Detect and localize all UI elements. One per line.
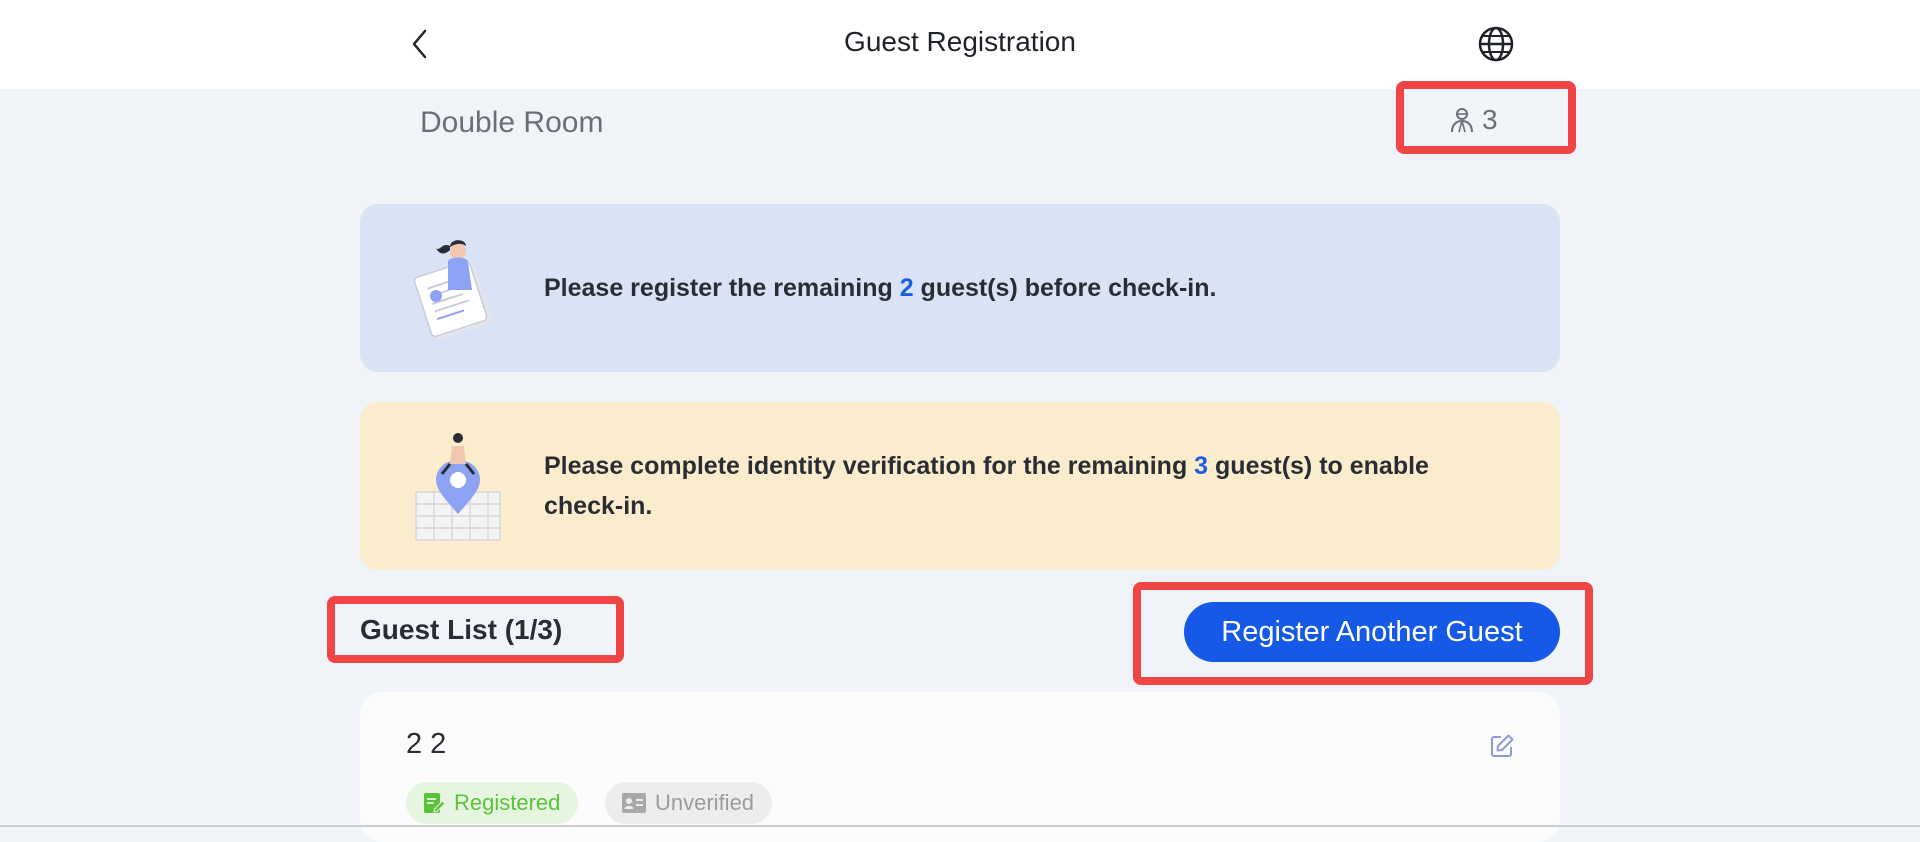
registration-notice-suffix: guest(s) before check-in. [913, 274, 1217, 302]
remaining-registration-count: 2 [899, 274, 914, 302]
guest-name: 2 2 [406, 728, 447, 760]
guest-list-title: Guest List (1/3) [360, 614, 563, 645]
unverified-badge-label: Unverified [655, 790, 755, 815]
registration-notice-text: Please register the remaining 2 guest(s)… [544, 268, 1504, 308]
room-name: Double Room [420, 106, 604, 139]
guest-person-icon [1451, 108, 1473, 133]
guest-count: 3 [1450, 104, 1498, 136]
location-verification-illustration [415, 433, 501, 541]
unverified-badge: Unverified [605, 782, 773, 824]
language-button[interactable] [1474, 22, 1518, 66]
id-card-icon [622, 793, 646, 813]
registered-badge-label: Registered [454, 790, 561, 815]
registration-notice-prefix: Please register the remaining [544, 274, 900, 302]
chevron-left-icon [412, 29, 427, 59]
verification-notice-text: Please complete identity verification fo… [544, 446, 1504, 526]
document-illustration [413, 240, 492, 339]
verification-notice: Please complete identity verification fo… [360, 402, 1560, 570]
registration-notice: Please register the remaining 2 guest(s)… [360, 204, 1560, 372]
remaining-verification-count: 3 [1194, 452, 1209, 480]
register-another-guest-button[interactable]: Register Another Guest [1184, 602, 1560, 662]
top-bar: Guest Registration [0, 0, 1920, 89]
verification-notice-prefix: Please complete identity verification fo… [544, 452, 1195, 480]
registered-badge: Registered [406, 782, 579, 824]
globe-icon [1478, 26, 1514, 62]
page-title: Guest Registration [844, 26, 1076, 57]
registered-icon [424, 793, 446, 813]
back-button[interactable] [400, 22, 440, 66]
edit-icon[interactable] [1488, 732, 1516, 760]
guest-count-value: 3 [1482, 104, 1498, 135]
guest-card[interactable]: 2 2 Registered Unverified [360, 692, 1560, 842]
